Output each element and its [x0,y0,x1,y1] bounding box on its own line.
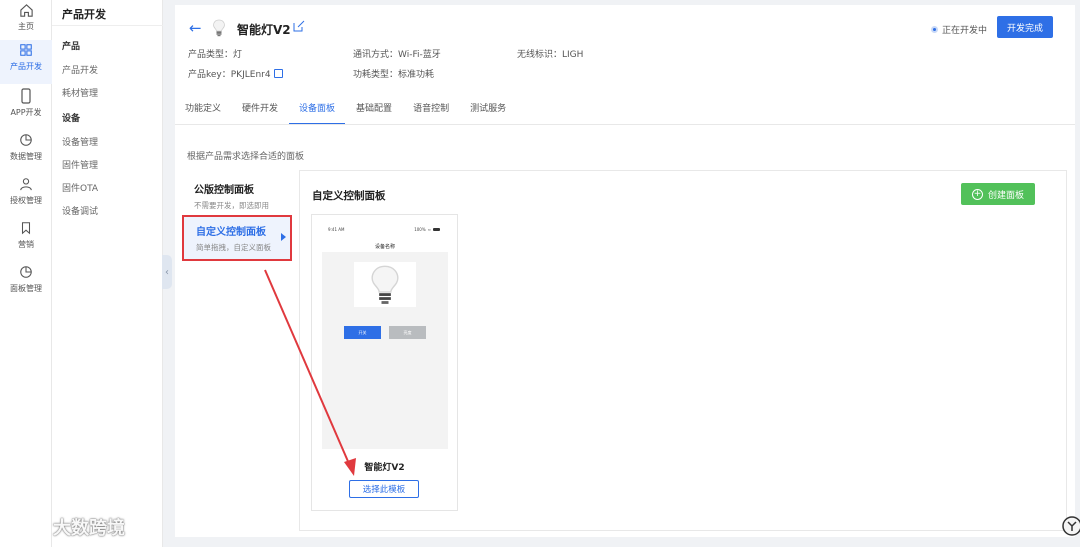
secondary-nav: 产品开发 产品 产品开发 耗材管理 设备 设备管理 固件管理 固件OTA 设备调… [52,0,163,547]
panel-type-title: 公版控制面板 [194,185,254,196]
select-template-button[interactable]: 选择此模板 [349,480,419,498]
battery-icon [433,228,440,231]
phone-battery-label: 100% [414,227,426,232]
edit-icon[interactable] [293,20,305,32]
tab-function-definition[interactable]: 功能定义 [185,101,221,125]
rail-item-label: 数据管理 [10,152,42,161]
meta-product-key-row: 产品key：PKJLEnr4 [188,67,283,80]
create-panel-label: 创建面板 [987,190,1024,201]
rail-item-label: 产品开发 [10,62,42,71]
panel-type-title: 自定义控制面板 [196,227,266,238]
back-arrow-icon[interactable]: ← [189,19,202,37]
phone-on-button: 开关 [344,326,381,339]
chevron-left-icon: ‹ [165,266,169,278]
tab-hardware-dev[interactable]: 硬件开发 [242,101,278,125]
subnav-item-firmware-mgmt[interactable]: 固件管理 [62,158,98,171]
phone-battery: 100% ≈ [414,227,440,232]
meta-product-key: 产品key：PKJLEnr4 [188,70,271,80]
rail-item-label: 授权管理 [10,196,42,205]
bulb-image [354,262,416,307]
tab-basic-config[interactable]: 基础配置 [356,101,392,125]
rail-item-marketing[interactable]: 营销 [0,218,52,262]
rail-item-label: 面板管理 [10,284,42,293]
subnav-item-product-dev[interactable]: 产品开发 [62,63,98,76]
rail-item-home[interactable]: 主页 [0,0,52,44]
rail-item-auth-mgmt[interactable]: 授权管理 [0,174,52,218]
phone-device-name: 设备名称 [374,244,395,250]
chevron-right-icon [281,233,286,241]
template-card[interactable]: 9:41 AM 100% ≈ 设备名称 开关 亮度 智能灯V2 选择此模板 [311,214,458,511]
dev-status: 正在开发中 [931,23,987,36]
finish-development-button[interactable]: 开发完成 [997,16,1053,38]
subnav-group-device: 设备 [62,114,81,124]
grid-icon [18,42,34,58]
user-icon [18,176,34,192]
subnav-item-consumables[interactable]: 耗材管理 [62,86,98,99]
pie-chart-icon [18,264,34,280]
rail-item-label: APP开发 [10,108,42,117]
phone-status-bar: 9:41 AM 100% ≈ 设备名称 [322,222,448,252]
collapse-sidebar-handle[interactable]: ‹ [162,255,172,289]
rail-item-app-dev[interactable]: APP开发 [0,86,52,130]
rail-item-panel-mgmt[interactable]: 面板管理 [0,262,52,306]
phone-preview: 9:41 AM 100% ≈ 设备名称 开关 亮度 [322,222,448,449]
tab-device-panel[interactable]: 设备面板 [289,101,346,125]
tab-bar: 功能定义 硬件开发 设备面板 基础配置 语音控制 测试服务 [185,101,527,125]
create-panel-button[interactable]: + 创建面板 [961,183,1035,205]
subnav-group-product: 产品 [62,42,81,52]
meta-wireless-id: 无线标识：LIGH [517,50,584,60]
watermark: 大数跨境 [8,514,125,540]
corner-logo-icon [1062,516,1080,536]
template-name: 智能灯V2 [364,463,405,473]
panel-type-subtitle: 简单拖拽，自定义面板 [196,243,271,252]
custom-panel-content: 自定义控制面板 + 创建面板 9:41 AM 100% ≈ 设备名称 开关 亮度… [299,170,1067,531]
icon-rail: 主页 产品开发 APP开发 数据管理 授权管理 营销 面板管理 [0,0,52,547]
rail-item-label: 营销 [18,240,34,249]
bookmark-icon [18,220,34,236]
meta-comm-mode: 通讯方式：Wi-Fi-蓝牙 [353,50,441,60]
plus-circle-icon: + [971,188,983,200]
home-icon [18,2,34,18]
bulb-icon [371,265,399,304]
panel-hint: 根据产品需求选择合适的面板 [187,152,305,162]
tab-test-service[interactable]: 测试服务 [470,101,506,125]
rail-item-data-mgmt[interactable]: 数据管理 [0,130,52,174]
content-title: 自定义控制面板 [312,190,386,202]
rail-item-product-dev[interactable]: 产品开发 [0,40,52,84]
phone-icon [18,88,34,104]
watermark-text: 大数跨境 [53,518,125,539]
copy-icon[interactable] [273,69,283,78]
panel-type-custom[interactable]: 自定义控制面板 简单拖拽，自定义面板 [182,215,292,261]
status-label: 正在开发中 [942,26,988,36]
meta-power-type: 功耗类型：标准功耗 [353,70,435,80]
bulb-icon [213,19,225,37]
divider [52,25,163,26]
subnav-item-device-mgmt[interactable]: 设备管理 [62,135,98,148]
rail-item-label: 主页 [18,22,34,31]
pie-chart-icon [18,132,34,148]
product-title: 智能灯V2 [237,23,291,37]
subnav-item-device-debug[interactable]: 设备调试 [62,204,98,217]
tabs-divider [175,124,1075,125]
status-dot-icon [931,26,938,33]
main-content: ← 智能灯V2 正在开发中 开发完成 产品类型：灯 通讯方式：Wi-Fi-蓝牙 … [175,5,1075,537]
phone-off-button: 亮度 [389,326,426,339]
subnav-title: 产品开发 [62,8,106,21]
subnav-item-firmware-ota[interactable]: 固件OTA [62,181,98,194]
watermark-logo [10,519,48,535]
tab-voice-control[interactable]: 语音控制 [413,101,449,125]
wifi-icon: ≈ [427,227,431,232]
meta-product-type: 产品类型：灯 [188,50,243,60]
panel-type-subtitle: 不需要开发，即选即用 [194,201,269,210]
phone-time: 9:41 AM [328,227,345,232]
